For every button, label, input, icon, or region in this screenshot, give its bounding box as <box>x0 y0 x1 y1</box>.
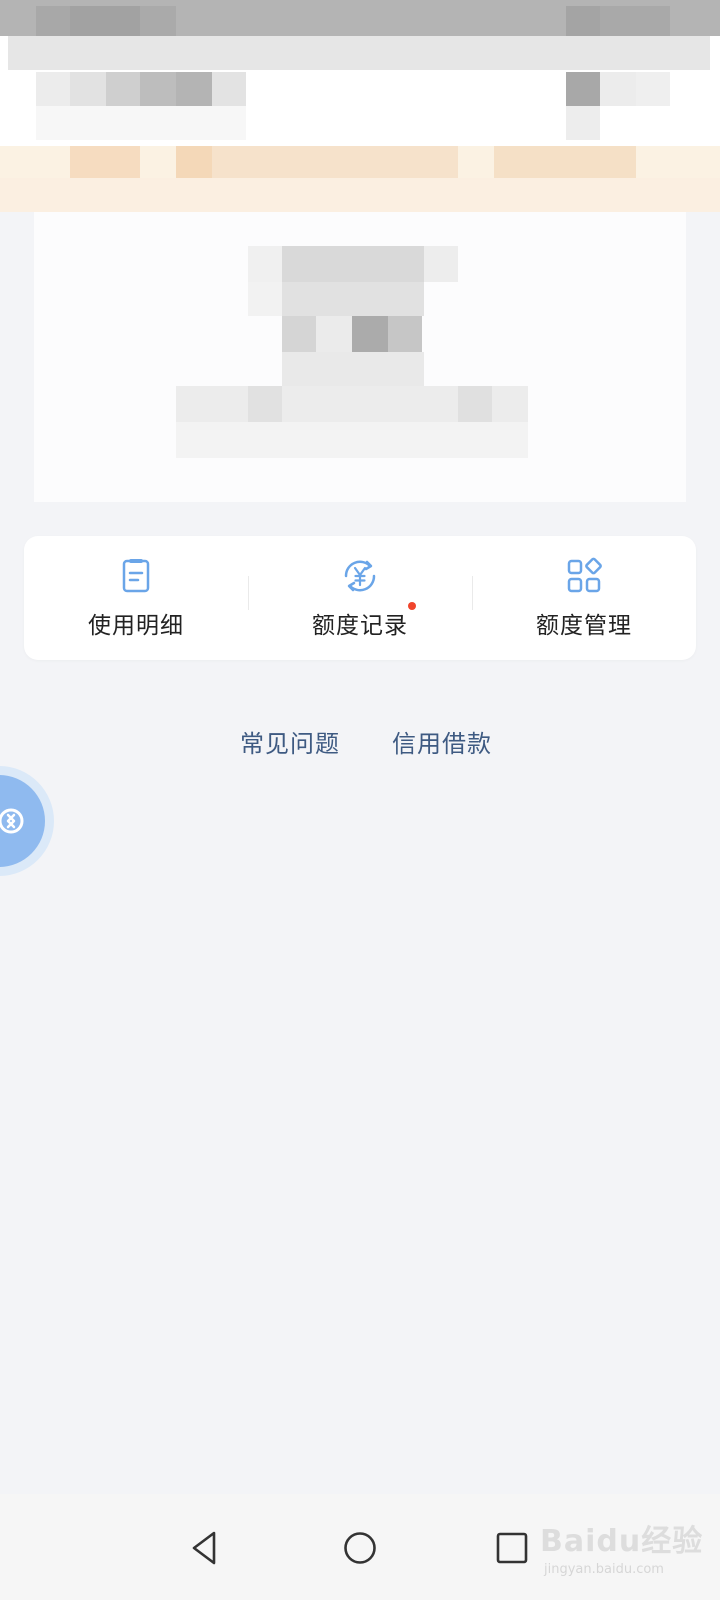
quota-records-button[interactable]: 额度记录 <box>248 536 472 660</box>
yen-refresh-icon <box>344 560 376 592</box>
faq-link[interactable]: 常见问题 <box>240 724 340 764</box>
system-nav-bar <box>0 1494 720 1600</box>
circle-home-icon[interactable] <box>336 1524 384 1572</box>
credit-loan-link[interactable]: 信用借款 <box>392 724 492 764</box>
triangle-back-icon[interactable] <box>182 1524 230 1572</box>
document-list-icon <box>122 559 150 593</box>
quota-records-text: 额度记录 <box>312 613 408 639</box>
account-card-obscured <box>34 212 686 502</box>
banner-obscured <box>0 146 720 212</box>
collapse-arrow-icon <box>0 808 24 834</box>
quota-records-label: 额度记录 <box>312 602 416 640</box>
help-links: 常见问题 信用借款 <box>0 724 720 764</box>
screen: 使用明细 额度记录 额度管理 常见问题 信用借款 Baidu经验 jingyan… <box>0 0 720 1600</box>
quota-management-label: 额度管理 <box>536 613 632 639</box>
shortcut-card: 使用明细 额度记录 额度管理 <box>24 536 696 660</box>
square-recents-icon[interactable] <box>488 1524 536 1572</box>
floating-collapse-button[interactable] <box>0 766 54 876</box>
quota-management-button[interactable]: 额度管理 <box>472 536 696 660</box>
notification-dot <box>408 602 416 610</box>
usage-details-button[interactable]: 使用明细 <box>24 536 248 660</box>
apps-grid-icon <box>567 557 602 593</box>
usage-details-label: 使用明细 <box>88 613 184 639</box>
header-obscured <box>0 36 720 146</box>
